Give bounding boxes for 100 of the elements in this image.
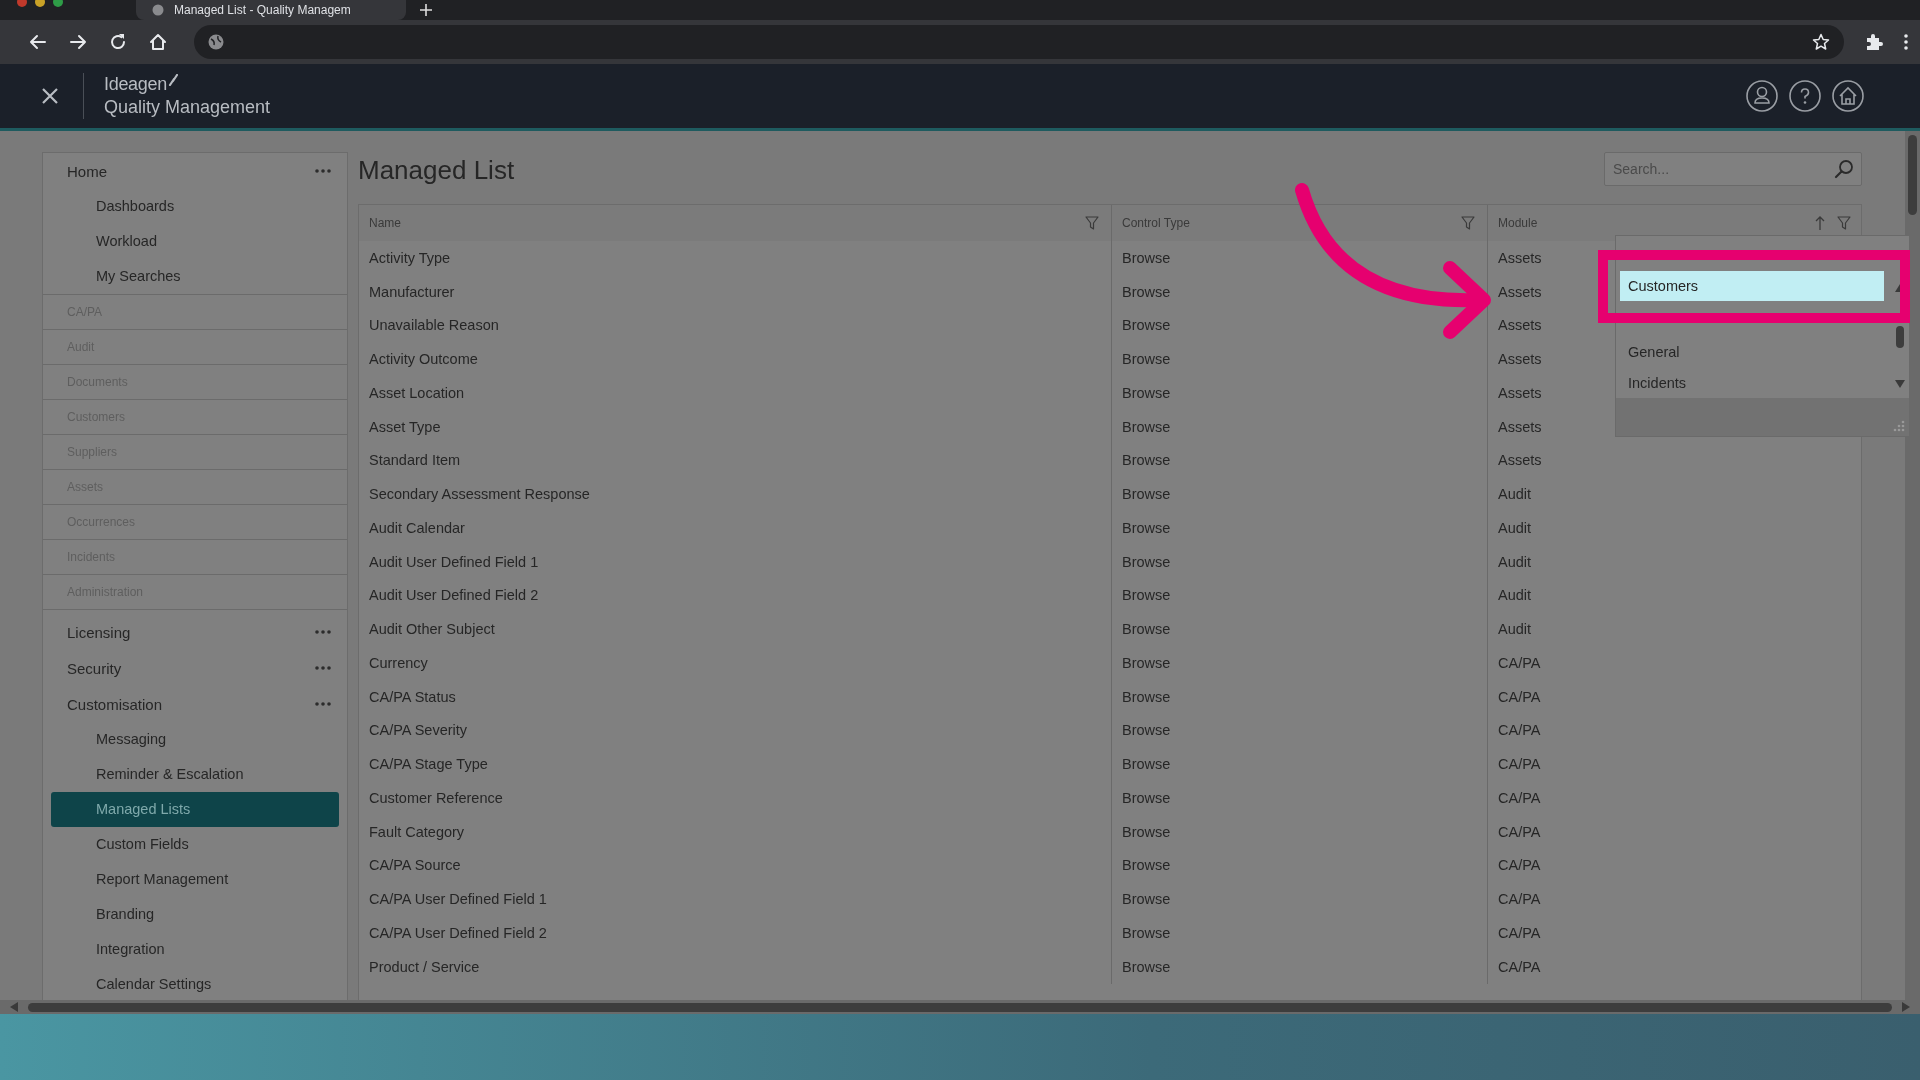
filter-icon[interactable] (1837, 216, 1851, 230)
table-cell: Audit (1487, 612, 1861, 646)
table-cell: Browse (1111, 679, 1487, 714)
puzzle-icon[interactable] (1864, 32, 1884, 52)
table-cell: Browse (1111, 443, 1487, 478)
sidebar-link[interactable]: Managed Lists (51, 792, 339, 827)
table-cell-text: Asset Type (368, 417, 442, 437)
brand-name: Ideagen (104, 74, 167, 95)
table-cell-text: CA/PA Severity (368, 721, 469, 741)
scroll-left-icon[interactable] (10, 1002, 18, 1012)
table-cell-text: Standard Item (368, 451, 462, 471)
table-cell: Browse (1111, 646, 1487, 680)
table-cell-text: Activity Outcome (368, 350, 479, 370)
table-cell: Browse (1111, 342, 1487, 376)
table-cell: CA/PA (1487, 646, 1861, 680)
table-cell-text: Audit User Defined Field 2 (368, 586, 540, 606)
logo-mark-icon (167, 74, 178, 86)
sidebar-section[interactable]: Customisation (43, 686, 347, 722)
table-cell: Browse (1111, 308, 1487, 343)
table-cell: Browse (1111, 409, 1487, 444)
table-cell-text: CA/PA User Defined Field 1 (368, 890, 548, 910)
sidebar-link[interactable]: Custom Fields (51, 827, 339, 862)
table-cell: Audit (1487, 477, 1861, 511)
sidebar-link[interactable]: Workload (51, 224, 339, 259)
table-cell: CA/PA (1487, 882, 1861, 916)
window-controls-icon[interactable] (16, 0, 66, 10)
table-cell: Browse (1111, 544, 1487, 579)
filter-icon[interactable] (1461, 216, 1475, 230)
browser-tab[interactable]: Managed List - Quality Managem (136, 0, 406, 20)
sidebar-link[interactable]: Calendar Settings (51, 967, 339, 1000)
table-cell-text: Manufacturer (368, 282, 456, 302)
star-icon[interactable] (1812, 33, 1830, 51)
table-cell: Browse (1111, 848, 1487, 883)
filter-icon[interactable] (1085, 216, 1099, 230)
kebab-menu-icon[interactable] (1904, 34, 1908, 50)
column-header[interactable]: Name (359, 205, 1111, 241)
scroll-right-icon[interactable] (1902, 1002, 1910, 1012)
user-icon[interactable] (1746, 80, 1778, 112)
back-icon[interactable] (28, 32, 48, 52)
table-cell: Assets (1487, 443, 1861, 478)
table-cell: Browse (1111, 781, 1487, 815)
sidebar-link[interactable]: Dashboards (51, 189, 339, 224)
globe-icon (152, 4, 164, 16)
table-cell-text: Audit Calendar (368, 518, 466, 538)
table-cell-text: Unavailable Reason (368, 316, 500, 336)
table-cell-text: Customer Reference (368, 788, 504, 808)
sidebar-link[interactable]: Branding (51, 897, 339, 932)
table-cell: Browse (1111, 376, 1487, 410)
close-icon[interactable] (42, 88, 58, 104)
globe-icon (208, 34, 224, 50)
sidebar-link[interactable]: Messaging (51, 722, 339, 757)
table-cell: CA/PA (1487, 848, 1861, 883)
sidebar-section[interactable]: Home (43, 153, 347, 189)
plus-icon[interactable] (420, 4, 432, 16)
table-cell-text: Audit User Defined Field 1 (368, 552, 540, 572)
sidebar-section[interactable]: Security (43, 650, 347, 686)
page-title: Managed List (358, 155, 515, 186)
table-cell: CA/PA (1487, 747, 1861, 781)
sidebar-link[interactable]: Report Management (51, 862, 339, 897)
table-cell: Browse (1111, 612, 1487, 646)
table-cell-text: Activity Type (368, 248, 452, 268)
resize-grip-icon[interactable] (1893, 420, 1905, 432)
home-icon[interactable] (1832, 80, 1864, 112)
more-icon[interactable] (315, 169, 331, 173)
dropdown-option[interactable]: Customers (1620, 271, 1884, 301)
table-cell: Browse (1111, 241, 1487, 275)
dropdown-scrollbar[interactable] (1896, 326, 1904, 348)
search-icon[interactable] (1834, 159, 1854, 179)
table-cell: Browse (1111, 713, 1487, 748)
table-cell-text: Fault Category (368, 822, 466, 842)
reload-icon[interactable] (108, 32, 128, 52)
more-icon[interactable] (315, 630, 331, 634)
table-cell: CA/PA (1487, 916, 1861, 950)
table-cell: Browse (1111, 511, 1487, 545)
help-icon[interactable] (1789, 80, 1821, 112)
table-cell: CA/PA (1487, 814, 1861, 849)
forward-icon[interactable] (68, 32, 88, 52)
vertical-scrollbar[interactable] (1905, 131, 1920, 1000)
sidebar-section[interactable]: Licensing (43, 614, 347, 650)
table-cell-text: Secondary Assessment Response (368, 485, 591, 505)
more-icon[interactable] (315, 666, 331, 670)
home-icon[interactable] (148, 32, 168, 52)
table-cell-text: Asset Location (368, 383, 466, 403)
column-header[interactable]: Control Type (1111, 205, 1487, 241)
table-cell: Browse (1111, 274, 1487, 309)
table-cell: Browse (1111, 578, 1487, 613)
table-cell-text: Audit Other Subject (368, 620, 496, 640)
table-cell: Audit (1487, 578, 1861, 613)
horizontal-scrollbar[interactable] (28, 1002, 1892, 1012)
table-cell: Browse (1111, 949, 1487, 984)
table-cell-text: Currency (368, 653, 429, 673)
table-cell-text: CA/PA User Defined Field 2 (368, 923, 548, 943)
more-icon[interactable] (315, 702, 331, 706)
sidebar-link[interactable]: Integration (51, 932, 339, 967)
table-cell: Browse (1111, 747, 1487, 781)
sidebar-link[interactable]: Reminder & Escalation (51, 757, 339, 792)
scroll-down-icon[interactable] (1895, 380, 1905, 388)
sidebar-link[interactable]: My Searches (51, 259, 339, 294)
sort-arrow-icon[interactable] (1815, 216, 1825, 230)
table-cell: CA/PA (1487, 679, 1861, 714)
